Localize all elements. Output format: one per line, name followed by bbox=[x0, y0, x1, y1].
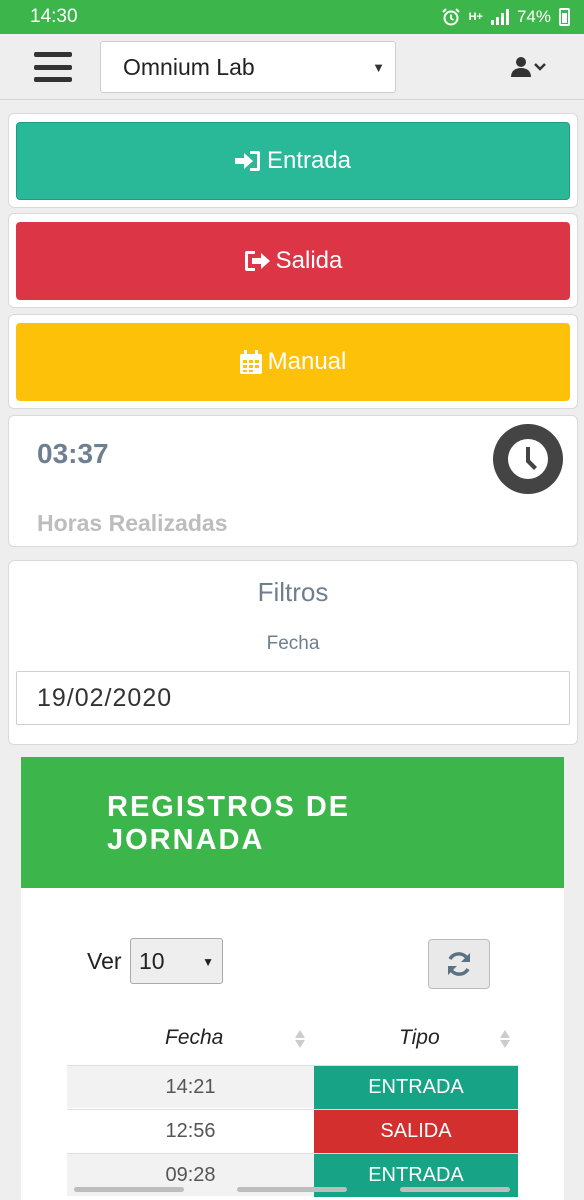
registros-title-line2: JORNADA bbox=[107, 824, 265, 856]
nav-gesture-home[interactable] bbox=[237, 1187, 347, 1192]
clock-icon bbox=[493, 424, 563, 494]
status-bar: 14:30 H+ 74% bbox=[0, 0, 584, 34]
column-header-tipo[interactable]: Tipo bbox=[399, 1026, 440, 1050]
hours-card: 03:37 Horas Realizadas bbox=[8, 415, 578, 547]
date-label: Fecha bbox=[266, 633, 320, 654]
battery-icon bbox=[559, 8, 570, 26]
status-time: 14:30 bbox=[30, 6, 78, 27]
ver-label: Ver bbox=[87, 948, 122, 974]
registros-title-line1: REGISTROS DE bbox=[107, 791, 351, 823]
network-type: H+ bbox=[468, 11, 483, 23]
sign-in-icon bbox=[234, 151, 260, 171]
row-tipo-badge: ENTRADA bbox=[314, 1066, 518, 1109]
salida-label: Salida bbox=[275, 247, 343, 274]
lab-select-value: Omnium Lab bbox=[123, 53, 255, 80]
table-row: 14:21 ENTRADA bbox=[67, 1065, 518, 1109]
row-tipo-badge: SALIDA bbox=[314, 1110, 518, 1153]
entrada-button[interactable]: Entrada bbox=[16, 122, 570, 200]
manual-label: Manual bbox=[267, 348, 347, 375]
sort-icon[interactable] bbox=[500, 1028, 510, 1050]
registros-header: REGISTROS DE JORNADA bbox=[21, 757, 564, 888]
hours-label: Horas Realizadas bbox=[37, 510, 228, 536]
table-row: 12:56 SALIDA bbox=[67, 1109, 518, 1153]
menu-icon[interactable] bbox=[34, 52, 72, 82]
salida-card: Salida bbox=[8, 213, 578, 308]
refresh-icon bbox=[448, 952, 470, 976]
alarm-icon bbox=[441, 8, 460, 26]
battery-percent: 74% bbox=[516, 7, 551, 26]
page-size-select[interactable]: 10 ▼ bbox=[130, 938, 223, 984]
manual-button[interactable]: Manual bbox=[16, 323, 570, 401]
date-input[interactable]: 19/02/2020 bbox=[16, 671, 570, 725]
user-icon bbox=[511, 57, 531, 77]
row-fecha: 12:56 bbox=[165, 1120, 216, 1142]
lab-select[interactable]: Omnium Lab ▼ bbox=[100, 41, 396, 93]
hours-value: 03:37 bbox=[37, 438, 109, 469]
calendar-icon bbox=[239, 350, 262, 374]
nav-gesture-recents[interactable] bbox=[400, 1187, 510, 1192]
caret-down-icon: ▼ bbox=[372, 60, 385, 75]
filters-card: Filtros Fecha 19/02/2020 bbox=[8, 560, 578, 745]
top-bar: Omnium Lab ▼ bbox=[0, 34, 584, 100]
page-size-value: 10 bbox=[139, 947, 165, 974]
column-header-fecha[interactable]: Fecha bbox=[165, 1026, 223, 1050]
user-menu-button[interactable] bbox=[510, 54, 546, 80]
filters-title: Filtros bbox=[257, 577, 329, 607]
entrada-label: Entrada bbox=[266, 147, 352, 174]
entrada-card: Entrada bbox=[8, 113, 578, 208]
sort-icon[interactable] bbox=[295, 1028, 305, 1050]
manual-card: Manual bbox=[8, 314, 578, 409]
status-icons: H+ 74% bbox=[441, 7, 570, 27]
nav-gesture-back[interactable] bbox=[74, 1187, 184, 1192]
registros-panel: Ver 10 ▼ Fecha Tipo 14:21 ENTRADA 12:56 … bbox=[21, 888, 564, 1200]
refresh-button[interactable] bbox=[428, 939, 490, 989]
chevron-down-icon bbox=[534, 63, 546, 71]
signal-icon bbox=[490, 9, 509, 25]
row-fecha: 14:21 bbox=[165, 1076, 216, 1098]
sign-out-icon bbox=[244, 251, 270, 271]
salida-button[interactable]: Salida bbox=[16, 222, 570, 300]
caret-down-icon: ▼ bbox=[202, 955, 214, 969]
